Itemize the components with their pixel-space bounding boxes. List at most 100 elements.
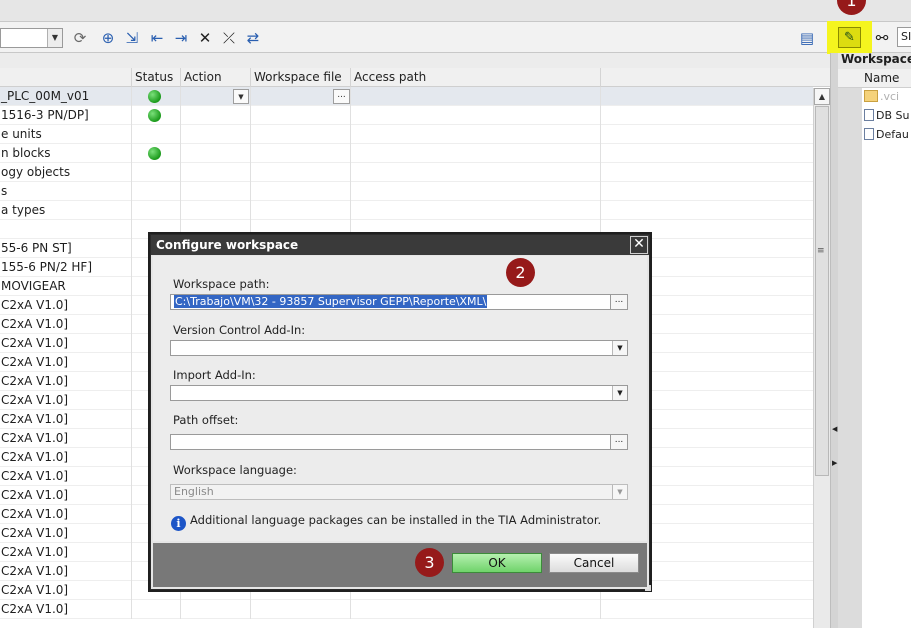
row-name: ogy objects bbox=[0, 163, 132, 182]
import-arrow-icon[interactable]: ⇤ bbox=[146, 27, 168, 49]
row-action[interactable]: ▼ bbox=[181, 87, 251, 106]
workspace-language-label: Workspace language: bbox=[173, 463, 297, 477]
row-status bbox=[132, 87, 181, 106]
configure-workspace-dialog: Configure workspace ✕ Workspace path: C:… bbox=[150, 234, 651, 591]
ok-button[interactable]: OK bbox=[452, 553, 542, 573]
document-icon bbox=[864, 109, 874, 121]
row-action[interactable] bbox=[181, 144, 251, 163]
refresh-icon[interactable]: ⟳ bbox=[69, 27, 91, 49]
chevron-down-icon[interactable]: ▼ bbox=[47, 29, 62, 47]
link-icon[interactable]: ⚯ bbox=[871, 27, 893, 49]
delete-all-icon[interactable]: ⤫ bbox=[218, 27, 240, 49]
column-header-status[interactable]: Status bbox=[132, 68, 181, 87]
row-workspace-file[interactable] bbox=[251, 201, 351, 220]
step-marker-3: 3 bbox=[415, 548, 444, 577]
table-row[interactable]: e units bbox=[0, 125, 813, 144]
row-name: C2xA V1.0] bbox=[0, 486, 132, 505]
search-field[interactable]: SI bbox=[897, 27, 911, 47]
row-workspace-file[interactable] bbox=[251, 144, 351, 163]
row-workspace-file[interactable] bbox=[251, 163, 351, 182]
row-action[interactable] bbox=[181, 182, 251, 201]
delete-icon[interactable]: ✕ bbox=[194, 27, 216, 49]
list-item[interactable]: DB Su bbox=[864, 107, 911, 126]
row-action[interactable] bbox=[181, 600, 251, 619]
export-arrow-icon[interactable]: ⇥ bbox=[170, 27, 192, 49]
row-workspace-file[interactable]: ... bbox=[251, 87, 351, 106]
table-row[interactable]: C2xA V1.0] bbox=[0, 600, 813, 619]
row-name: C2xA V1.0] bbox=[0, 467, 132, 486]
row-name bbox=[0, 220, 132, 239]
table-row[interactable]: s bbox=[0, 182, 813, 201]
add-to-workspace-icon[interactable]: ⊕ bbox=[97, 27, 119, 49]
cancel-button[interactable]: Cancel bbox=[549, 553, 639, 573]
browse-icon[interactable]: ... bbox=[610, 295, 627, 309]
chevron-down-icon[interactable]: ▼ bbox=[612, 386, 627, 400]
workspace-panel-title: Workspace bbox=[838, 53, 911, 69]
path-offset-label: Path offset: bbox=[173, 413, 239, 427]
chevron-down-icon[interactable]: ▼ bbox=[233, 89, 249, 104]
row-action[interactable] bbox=[181, 125, 251, 144]
vertical-scrollbar[interactable]: ▲ ≡ bbox=[813, 88, 830, 628]
browse-icon[interactable]: ... bbox=[610, 435, 627, 449]
toolbar: ▼ ⟳ ⊕ ⇲ ⇤ ⇥ ✕ ⤫ ⇄ ▤ ⚯ bbox=[0, 22, 911, 53]
workspace-language-value: English bbox=[174, 485, 214, 498]
filter-combo[interactable]: ▼ bbox=[0, 28, 63, 48]
layout-icon[interactable]: ▤ bbox=[796, 27, 818, 49]
workspace-path-label: Workspace path: bbox=[173, 277, 270, 291]
row-access-path bbox=[351, 163, 601, 182]
browse-icon[interactable]: ... bbox=[333, 89, 350, 104]
row-name: a types bbox=[0, 201, 132, 220]
column-header-name[interactable] bbox=[0, 68, 132, 87]
row-name: C2xA V1.0] bbox=[0, 600, 132, 619]
row-action[interactable] bbox=[181, 201, 251, 220]
row-access-path bbox=[351, 87, 601, 106]
column-header-action[interactable]: Action bbox=[181, 68, 251, 87]
row-action[interactable] bbox=[181, 106, 251, 125]
table-row[interactable]: a types bbox=[0, 201, 813, 220]
scroll-thumb[interactable] bbox=[815, 106, 829, 476]
row-name: e units bbox=[0, 125, 132, 144]
workspace-path-field[interactable]: C:\Trabajo\VM\32 - 93857 Supervisor GEPP… bbox=[170, 294, 628, 310]
panel-splitter[interactable]: ◀ ▶ bbox=[830, 53, 838, 628]
version-control-label: Version Control Add-In: bbox=[173, 323, 306, 337]
row-name: C2xA V1.0] bbox=[0, 429, 132, 448]
row-name: C2xA V1.0] bbox=[0, 334, 132, 353]
table-row[interactable]: ogy objects bbox=[0, 163, 813, 182]
collapse-right-icon[interactable]: ▶ bbox=[832, 459, 837, 467]
row-name: MOVIGEAR bbox=[0, 277, 132, 296]
row-name: C2xA V1.0] bbox=[0, 315, 132, 334]
list-item[interactable]: .vci bbox=[864, 88, 911, 107]
row-access-path bbox=[351, 144, 601, 163]
row-status bbox=[132, 600, 181, 619]
path-offset-field[interactable]: ... bbox=[170, 434, 628, 450]
column-header-access-path[interactable]: Access path bbox=[351, 68, 601, 87]
status-ok-icon bbox=[148, 109, 161, 122]
info-message: i Additional language packages can be ins… bbox=[171, 513, 601, 531]
compare-icon[interactable]: ⇄ bbox=[242, 27, 264, 49]
close-icon[interactable]: ✕ bbox=[630, 236, 648, 254]
row-name: C2xA V1.0] bbox=[0, 543, 132, 562]
configure-workspace-icon[interactable]: ✎ bbox=[838, 27, 861, 48]
column-header-workspace-file[interactable]: Workspace file bbox=[251, 68, 351, 87]
version-control-select[interactable]: ▼ bbox=[170, 340, 628, 356]
search-field-value: SI bbox=[901, 30, 911, 43]
column-header-name-right[interactable]: Name bbox=[864, 71, 899, 85]
import-addin-select[interactable]: ▼ bbox=[170, 385, 628, 401]
list-item[interactable]: Defau bbox=[864, 126, 911, 145]
chevron-down-icon[interactable]: ▼ bbox=[612, 341, 627, 355]
row-workspace-file[interactable] bbox=[251, 106, 351, 125]
table-row[interactable]: _PLC_00M_v01 ▼... bbox=[0, 87, 813, 106]
row-workspace-file[interactable] bbox=[251, 600, 351, 619]
row-access-path bbox=[351, 125, 601, 144]
row-name: C2xA V1.0] bbox=[0, 391, 132, 410]
resize-grip[interactable] bbox=[645, 585, 651, 591]
collapse-left-icon[interactable]: ◀ bbox=[832, 425, 837, 433]
row-workspace-file[interactable] bbox=[251, 125, 351, 144]
table-row[interactable]: 1516-3 PN/DP] bbox=[0, 106, 813, 125]
row-workspace-file[interactable] bbox=[251, 182, 351, 201]
table-row[interactable]: n blocks bbox=[0, 144, 813, 163]
import-icon[interactable]: ⇲ bbox=[121, 27, 143, 49]
row-status bbox=[132, 144, 181, 163]
row-action[interactable] bbox=[181, 163, 251, 182]
scroll-up-icon[interactable]: ▲ bbox=[814, 88, 830, 105]
